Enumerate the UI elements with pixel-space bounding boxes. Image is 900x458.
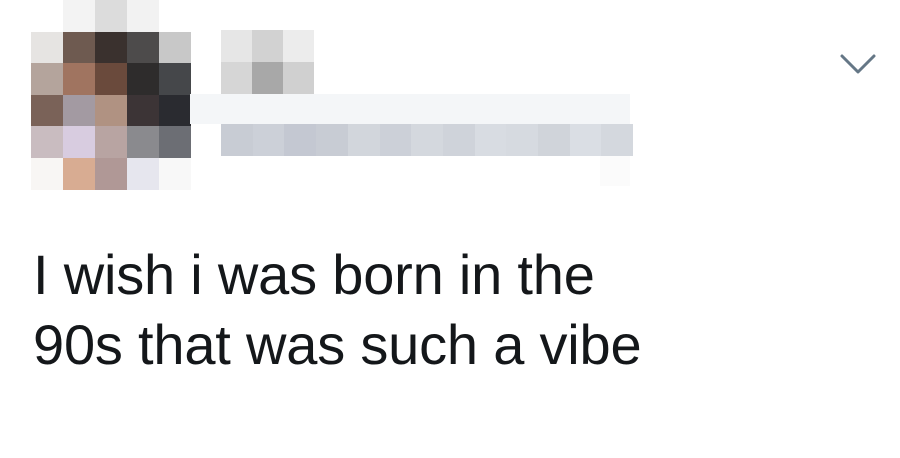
avatar-pixel xyxy=(31,126,63,158)
tweet-menu-button[interactable] xyxy=(836,48,880,80)
display-name-pixel xyxy=(283,30,314,62)
avatar-pixel xyxy=(95,0,127,32)
avatar-pixel xyxy=(127,94,159,127)
avatar-pixel xyxy=(31,94,63,127)
handle-pixel xyxy=(379,124,412,156)
tweet-text: I wish i was born in the 90s that was su… xyxy=(33,243,642,376)
tweet-card: I wish i was born in the 90s that was su… xyxy=(0,0,900,458)
avatar-pixel xyxy=(159,94,191,127)
avatar-pixel xyxy=(95,126,127,158)
avatar-pixel xyxy=(31,31,63,64)
display-name-pixel xyxy=(252,62,283,94)
display-name-pixel xyxy=(221,30,252,62)
avatar-pixel xyxy=(63,94,95,127)
avatar-pixel xyxy=(95,157,127,190)
handle-pixel xyxy=(316,124,349,156)
display-name-pixel xyxy=(190,94,630,124)
handle-pixel xyxy=(569,124,602,156)
avatar-pixel xyxy=(63,0,95,32)
avatar-pixel xyxy=(159,31,191,64)
handle-pixel xyxy=(442,124,475,156)
avatar-pixel xyxy=(159,0,191,32)
user-identity[interactable] xyxy=(190,30,635,190)
avatar-pixel xyxy=(159,126,191,158)
handle-pixel xyxy=(538,124,570,156)
avatar-pixel xyxy=(63,31,95,64)
avatar-pixel xyxy=(31,157,63,190)
handle-pixel xyxy=(506,124,539,156)
avatar-pixel xyxy=(127,63,159,95)
handle-pixel xyxy=(347,124,380,156)
display-name-pixel xyxy=(283,62,314,94)
avatar-pixel xyxy=(63,126,95,158)
avatar-pixel xyxy=(127,157,159,190)
avatar-pixel xyxy=(127,126,159,158)
avatar-pixel xyxy=(31,0,63,32)
avatar-pixel xyxy=(159,63,191,95)
handle-pixel xyxy=(252,124,285,156)
chevron-down-icon xyxy=(840,54,876,74)
avatar-pixel xyxy=(95,31,127,64)
display-name-pixel xyxy=(221,62,252,94)
handle-pixel xyxy=(601,124,634,156)
avatar-pixel xyxy=(31,63,63,95)
handle-pixel xyxy=(474,124,507,156)
handle-pixel xyxy=(600,156,630,186)
handle-pixel xyxy=(221,124,253,156)
avatar-pixel xyxy=(127,31,159,64)
display-name-pixel xyxy=(252,30,283,62)
avatar-pixel xyxy=(63,157,95,190)
avatar-pixel xyxy=(63,63,95,95)
avatar-pixel xyxy=(159,157,191,190)
handle-pixel xyxy=(411,124,444,156)
avatar[interactable] xyxy=(31,0,191,190)
handle-pixel xyxy=(284,124,317,156)
avatar-pixel xyxy=(127,0,159,32)
avatar-pixel xyxy=(95,63,127,95)
avatar-pixel xyxy=(95,94,127,127)
